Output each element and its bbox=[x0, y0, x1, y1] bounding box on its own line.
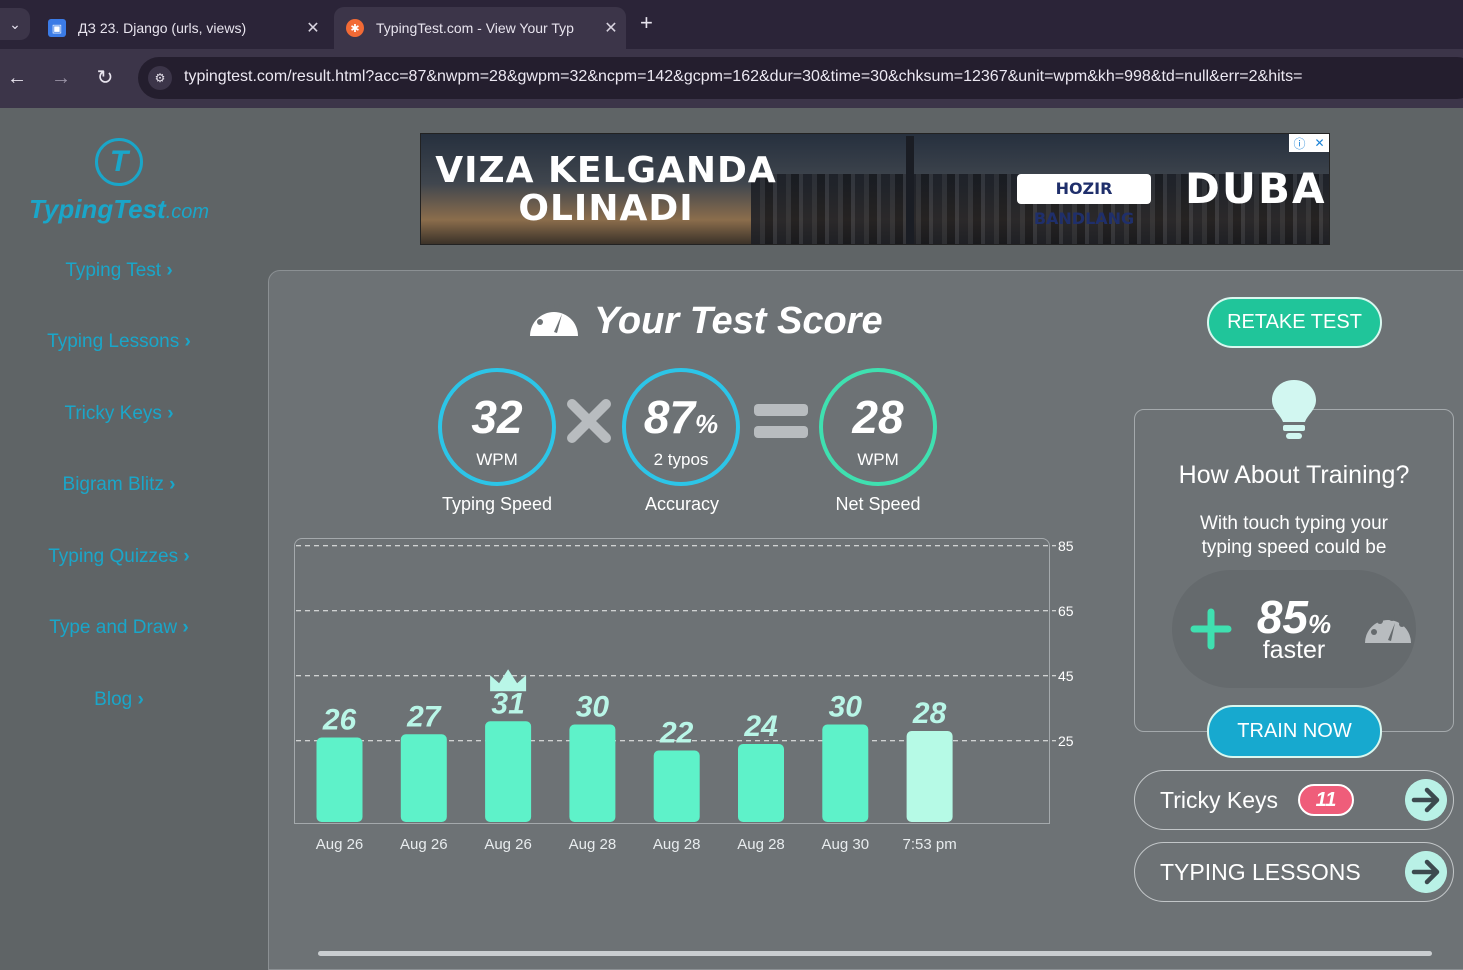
typing-lessons-label: TYPING LESSONS bbox=[1160, 859, 1361, 885]
typing-lessons-link[interactable]: TYPING LESSONS bbox=[1134, 842, 1454, 902]
tricky-keys-label: Tricky Keys bbox=[1160, 787, 1278, 813]
tricky-keys-link[interactable]: Tricky Keys 11 bbox=[1134, 770, 1454, 830]
x-tick-label: Aug 30 bbox=[822, 836, 870, 853]
y-tick-label: 85 bbox=[1058, 538, 1074, 554]
chart-bar bbox=[738, 744, 784, 822]
y-tick-label: 45 bbox=[1058, 668, 1074, 684]
x-tick-label: Aug 28 bbox=[653, 836, 701, 853]
bar-value-label: 30 bbox=[576, 691, 610, 724]
chart-bar bbox=[316, 737, 363, 822]
chart-bar bbox=[653, 750, 700, 822]
x-tick-label: Aug 26 bbox=[484, 836, 532, 853]
chart-bar bbox=[400, 734, 447, 822]
bar-value-label: 30 bbox=[829, 691, 863, 724]
chart-bar bbox=[906, 731, 953, 822]
bar-value-label: 28 bbox=[912, 697, 947, 730]
bar-value-label: 22 bbox=[659, 717, 694, 750]
x-tick-label: Aug 28 bbox=[569, 836, 617, 853]
chart-bar bbox=[822, 724, 869, 822]
bar-value-label: 27 bbox=[406, 700, 442, 733]
train-now-button[interactable]: TRAIN NOW bbox=[1207, 705, 1382, 758]
speedometer-small-icon bbox=[1365, 615, 1411, 643]
arrow-right-icon[interactable] bbox=[1405, 779, 1447, 821]
bar-value-label: 31 bbox=[491, 687, 524, 720]
arrow-right-icon[interactable] bbox=[1405, 851, 1447, 893]
training-text: With touch typing your typing speed coul… bbox=[1200, 513, 1388, 558]
crown-icon bbox=[490, 669, 527, 692]
faster-unit: % bbox=[1308, 609, 1332, 639]
chart-bar bbox=[569, 724, 616, 822]
retake-test-button[interactable]: RETAKE TEST bbox=[1207, 297, 1382, 348]
bar-value-label: 24 bbox=[743, 710, 778, 743]
tricky-keys-count-badge: 11 bbox=[1298, 784, 1354, 816]
bar-value-label: 26 bbox=[322, 704, 357, 737]
x-tick-label: Aug 28 bbox=[737, 836, 785, 853]
y-tick-label: 25 bbox=[1058, 733, 1074, 749]
horizontal-scrollbar[interactable] bbox=[318, 951, 1432, 956]
faster-word: faster bbox=[1262, 636, 1326, 664]
lightbulb-icon bbox=[1272, 380, 1316, 439]
chart-bar bbox=[485, 721, 532, 822]
x-tick-label: Aug 26 bbox=[316, 836, 364, 853]
x-tick-label: 7:53 pm bbox=[902, 836, 956, 853]
y-tick-label: 65 bbox=[1058, 603, 1074, 619]
training-title: How About Training? bbox=[1178, 461, 1410, 489]
x-tick-label: Aug 26 bbox=[400, 836, 448, 853]
plus-icon bbox=[1190, 608, 1232, 650]
